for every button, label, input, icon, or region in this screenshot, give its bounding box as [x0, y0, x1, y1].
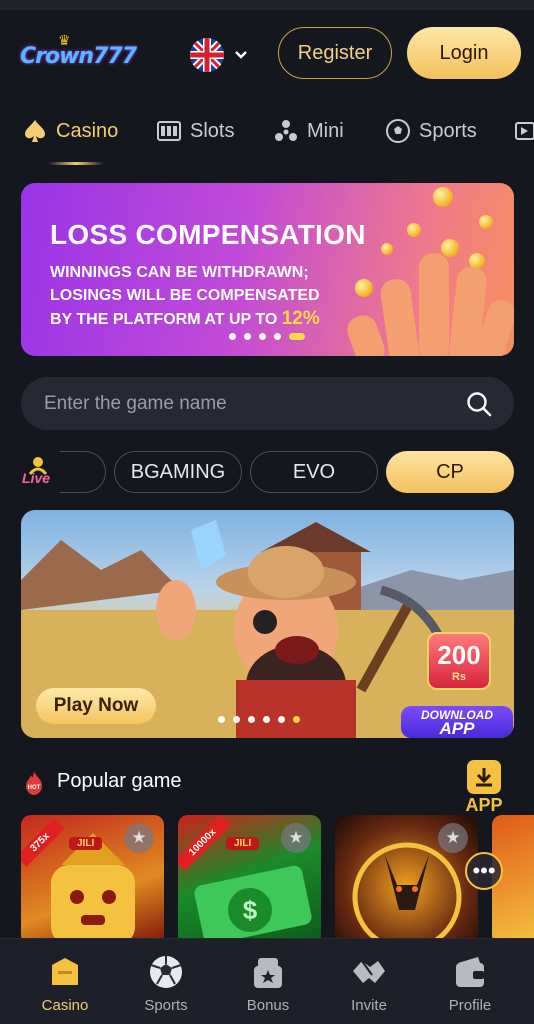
popular-games-title: Popular game [57, 770, 182, 792]
promo-title: LOSS COMPENSATION [50, 219, 366, 250]
carousel-dot-active[interactable] [293, 716, 300, 723]
category-tabs: Casino Slots Mini Sports [0, 110, 534, 166]
slot-machine-icon [156, 118, 182, 144]
favorite-star-icon[interactable]: ★ [281, 823, 311, 853]
soccer-ball-icon [147, 953, 185, 991]
download-arrow-icon [467, 760, 501, 794]
tab-label: Casino [56, 119, 119, 142]
game-card[interactable]: 375x JILI ★ [21, 815, 164, 945]
soccer-ball-icon [385, 118, 411, 144]
search-input[interactable] [44, 392, 444, 415]
search-bar [21, 377, 514, 430]
tab-label: Mini [307, 119, 344, 142]
provider-cp[interactable]: CP [386, 451, 514, 493]
tab-mini[interactable]: Mini [273, 118, 344, 144]
bonus-amount: 200 [437, 639, 481, 670]
carousel-dot[interactable] [233, 716, 240, 723]
register-button[interactable]: Register [278, 27, 392, 79]
nav-casino[interactable]: Casino [15, 939, 115, 1024]
favorite-star-icon[interactable]: ★ [124, 823, 154, 853]
carousel-dot-active[interactable] [289, 333, 305, 340]
nav-label: Profile [448, 997, 492, 1014]
logo[interactable]: ♛ Crown777 [20, 32, 137, 78]
bonus-badge[interactable]: 200 Rs [427, 632, 491, 690]
download-app-button[interactable]: DOWNLOAD APP [401, 706, 513, 738]
carousel-dot[interactable] [263, 716, 270, 723]
carousel-dot[interactable] [259, 333, 266, 340]
tab-sports[interactable]: Sports [385, 118, 477, 144]
tab-more[interactable] [514, 118, 534, 144]
nav-label: Invite [351, 997, 387, 1014]
live-provider-icon[interactable]: Live [20, 454, 60, 494]
promo-line-1: WINNINGS CAN BE WITHDRAWN; [50, 264, 309, 281]
chat-bubble-icon[interactable]: ••• [465, 852, 503, 890]
carousel-dot[interactable] [218, 716, 225, 723]
video-icon [514, 118, 534, 144]
nav-sports[interactable]: Sports [116, 939, 216, 1024]
nav-profile[interactable]: Profile [420, 939, 520, 1024]
tab-slots[interactable]: Slots [156, 118, 234, 144]
play-now-button[interactable]: Play Now [36, 688, 156, 724]
nav-label: Bonus [246, 997, 290, 1014]
app-download-shortcut[interactable]: APP [462, 760, 506, 818]
gift-icon [249, 953, 287, 991]
hot-flame-icon: HOT [22, 770, 46, 796]
uk-flag-icon [190, 38, 224, 72]
header: ♛ Crown777 Register Login [0, 10, 534, 96]
provider-filter-row: Live BGAMING EVO CP [0, 450, 534, 494]
promo-description: WINNINGS CAN BE WITHDRAWN; LOSINGS WILL … [50, 261, 370, 331]
provider-evo[interactable]: EVO [250, 451, 378, 493]
language-selector[interactable] [190, 38, 256, 72]
promo-banner[interactable]: LOSS COMPENSATION WINNINGS CAN BE WITHDR… [21, 183, 514, 356]
svg-text:$: $ [243, 895, 258, 925]
game-card[interactable]: ★ [335, 815, 478, 945]
promo-line-3: BY THE PLATFORM AT UP TO 12% [50, 308, 320, 329]
carousel-dot[interactable] [278, 716, 285, 723]
promo-carousel-dots [229, 333, 305, 340]
provider-bgaming[interactable]: BGAMING [114, 451, 242, 493]
status-bar-strip [0, 0, 534, 10]
nav-invite[interactable]: Invite [319, 939, 419, 1024]
carousel-dot[interactable] [244, 333, 251, 340]
wallet-icon [451, 953, 489, 991]
logo-text: Crown777 [20, 44, 137, 69]
bottom-navigation: Casino Sports Bonus Invite Profile [0, 938, 534, 1024]
chevron-down-icon [234, 47, 248, 63]
handshake-icon [350, 953, 388, 991]
search-icon[interactable] [466, 391, 492, 417]
casino-icon [46, 953, 84, 991]
hot-label: HOT [28, 785, 41, 791]
active-tab-indicator [48, 162, 104, 165]
favorite-star-icon[interactable]: ★ [438, 823, 468, 853]
provider-pill-partial[interactable] [60, 451, 106, 493]
app-shortcut-label: APP [465, 795, 503, 815]
provider-tag: JILI [226, 837, 260, 850]
provider-tag: JILI [69, 837, 103, 850]
tab-label: Slots [190, 119, 235, 142]
nav-bonus[interactable]: Bonus [218, 939, 318, 1024]
game-banner-carousel-dots [218, 716, 300, 723]
carousel-dot[interactable] [274, 333, 281, 340]
promo-line-2: LOSINGS WILL BE COMPENSATED [50, 287, 320, 304]
tab-casino[interactable]: Casino [22, 118, 118, 144]
game-banner[interactable]: Play Now 200 Rs DOWNLOAD APP [21, 510, 514, 738]
login-button[interactable]: Login [407, 27, 521, 79]
nav-label: Casino [41, 997, 89, 1014]
promo-percentage: 12% [281, 308, 320, 329]
carousel-dot[interactable] [248, 716, 255, 723]
game-card[interactable]: $ 10000x JILI ★ [178, 815, 321, 945]
nav-label: Sports [144, 997, 188, 1014]
spade-icon [22, 118, 48, 144]
tab-label: Sports [419, 119, 477, 142]
carousel-dot[interactable] [229, 333, 236, 340]
mini-games-icon [273, 118, 299, 144]
bonus-currency: Rs [451, 670, 467, 683]
app-label: APP [439, 719, 475, 738]
